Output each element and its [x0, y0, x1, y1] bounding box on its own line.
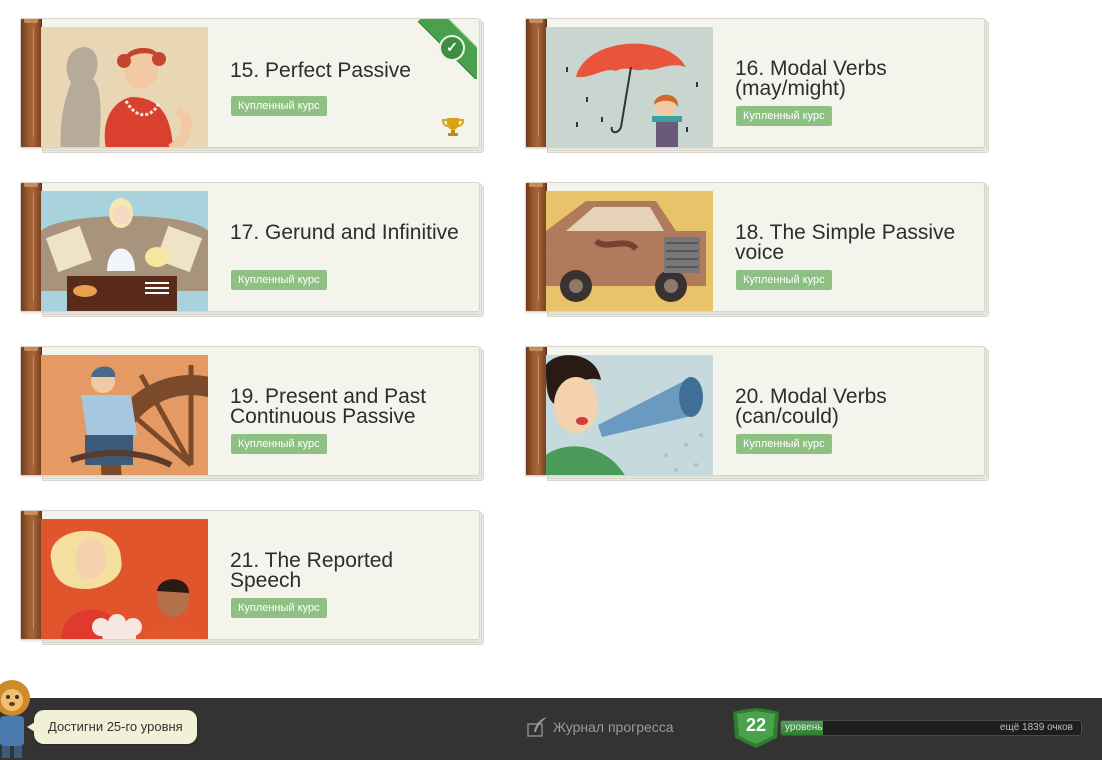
purchased-badge: Купленный курс	[736, 106, 832, 126]
course-card-21[interactable]: 21. The Reported Speech Купленный курс	[20, 510, 484, 645]
course-card-15[interactable]: 15. Perfect Passive Купленный курс ✓	[20, 18, 484, 153]
course-image	[41, 191, 208, 311]
level-progress-bar: уровень ещё 1839 очков	[780, 720, 1082, 736]
course-image	[41, 27, 208, 147]
course-title: 21. The Reported Speech	[230, 549, 394, 592]
book-spine	[526, 19, 547, 147]
course-title: 19. Present and Past Continuous Passive	[230, 385, 427, 428]
feather-pen-icon	[527, 717, 547, 737]
purchased-badge: Купленный курс	[231, 270, 327, 290]
book-spine	[21, 19, 42, 147]
purchased-badge: Купленный курс	[736, 434, 832, 454]
book-spine	[21, 183, 42, 311]
book-spine	[21, 347, 42, 475]
book-spine	[526, 347, 547, 475]
course-image	[41, 355, 208, 475]
checkmark-icon: ✓	[439, 35, 465, 61]
lion-mascot[interactable]	[0, 676, 36, 760]
course-title: 16. Modal Verbs (may/might)	[735, 57, 887, 100]
course-image	[546, 355, 713, 475]
course-card-19[interactable]: 19. Present and Past Continuous Passive …	[20, 346, 484, 481]
course-title: 18. The Simple Passive voice	[735, 221, 956, 264]
book-spine	[21, 511, 42, 639]
course-card-18[interactable]: 18. The Simple Passive voice Купленный к…	[525, 182, 989, 317]
book-spine	[526, 183, 547, 311]
level-badge: 22	[731, 708, 781, 753]
level-number: 22	[745, 715, 767, 735]
course-card-20[interactable]: 20. Modal Verbs (can/could) Купленный ку…	[525, 346, 989, 481]
purchased-badge: Купленный курс	[736, 270, 832, 290]
trophy-icon	[441, 118, 465, 136]
course-list: 15. Perfect Passive Купленный курс ✓ 16.…	[0, 0, 1102, 698]
purchased-badge: Купленный курс	[231, 598, 327, 618]
course-card-17[interactable]: 17. Gerund and Infinitive Купленный курс	[20, 182, 484, 317]
level-label: уровень	[785, 722, 823, 733]
course-image	[546, 191, 713, 311]
course-title: 17. Gerund and Infinitive	[230, 221, 459, 244]
course-image	[41, 519, 208, 639]
course-title: 20. Modal Verbs (can/could)	[735, 385, 887, 428]
points-remaining: ещё 1839 очков	[999, 722, 1073, 733]
journal-label: Журнал прогресса	[553, 719, 674, 735]
course-card-16[interactable]: 16. Modal Verbs (may/might) Купленный ку…	[525, 18, 989, 153]
completed-ribbon: ✓	[417, 19, 477, 79]
goal-speech-bubble: Достигни 25-го уровня	[27, 710, 197, 744]
course-image	[546, 27, 713, 147]
purchased-badge: Купленный курс	[231, 96, 327, 116]
purchased-badge: Купленный курс	[231, 434, 327, 454]
